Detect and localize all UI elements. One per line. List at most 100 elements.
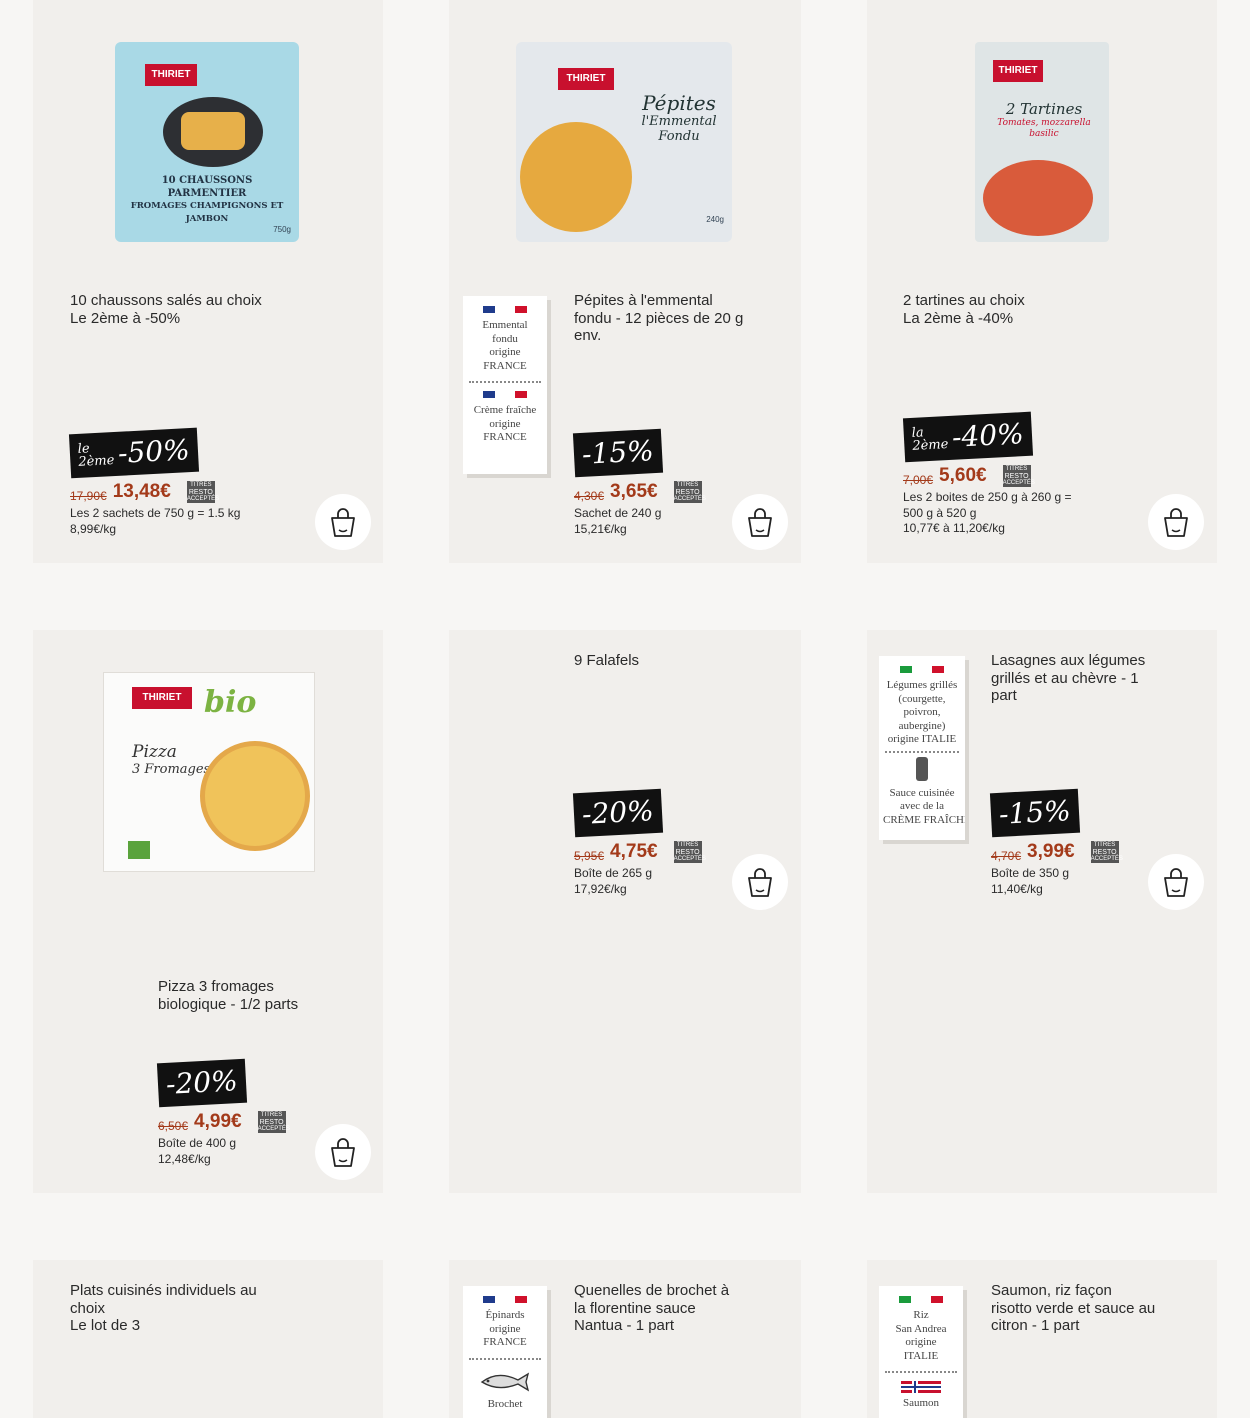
product-card[interactable]: Épinards origine FRANCE Brochet Quenelle… — [449, 1260, 801, 1418]
add-to-basket-button[interactable] — [732, 854, 788, 910]
title-line: la florentine sauce — [574, 1299, 696, 1317]
product-card[interactable]: THIRIET bio Pizza 3 Fromages Pizza 3 fro… — [33, 630, 383, 1193]
discount-badge: -20% — [156, 1058, 247, 1108]
product-image[interactable]: THIRIET Pépites l'Emmental Fondu 240g — [516, 42, 732, 242]
price-line: 17,90€ 13,48€ TITRES RESTO ACCEPTÉS — [70, 481, 219, 503]
title-line: risotto verde et sauce au — [991, 1299, 1156, 1317]
title-line: 9 Falafels — [574, 652, 640, 669]
flag-france-icon — [467, 391, 543, 398]
pack-info: Boîte de 350 g 11,40€/kg — [991, 866, 1069, 897]
title-line: Nantua - 1 part — [574, 1317, 675, 1334]
origin-line: Saumon — [902, 1397, 940, 1409]
origin-line: poivron, — [903, 706, 941, 718]
origin-line: (courgette, — [898, 692, 946, 705]
product-card[interactable]: THIRIET 10 CHAUSSONS PARMENTIER FROMAGES… — [33, 0, 383, 563]
badge-small: 2ème — [912, 437, 949, 454]
add-to-basket-button[interactable] — [1148, 494, 1204, 550]
price-per-kg: 11,40€/kg — [991, 881, 1043, 896]
badge-value: -20% — [581, 794, 655, 831]
origin-line: fondu — [492, 332, 518, 345]
origin-line: FRANCE — [483, 431, 527, 443]
flag-norway-icon — [901, 1381, 941, 1393]
title-line: La 2ème à -40% — [903, 309, 1014, 327]
price-per-kg: 17,92€/kg — [574, 881, 627, 896]
product-card[interactable]: Légumes grillés (courgette, poivron, aub… — [867, 630, 1217, 1193]
nuggets-photo — [520, 122, 632, 232]
product-image[interactable]: THIRIET 2 Tartines Tomates, mozzarella b… — [975, 42, 1109, 242]
origin-tag: Épinards origine FRANCE Brochet — [463, 1286, 547, 1418]
price-line: 5,95€ 4,75€ TITRES RESTO ACCEPTÉS — [574, 841, 706, 863]
titres-resto-icon: TITRES RESTO ACCEPTÉS — [1090, 841, 1123, 863]
title-line: Plats cuisinés individuels au — [70, 1282, 257, 1299]
brand-logo: THIRIET — [993, 60, 1043, 82]
add-to-basket-button[interactable] — [732, 494, 788, 550]
old-price: 4,70€ — [991, 849, 1022, 863]
product-card[interactable]: THIRIET Pépites l'Emmental Fondu 240g Em… — [449, 0, 801, 563]
brand-logo: THIRIET — [558, 68, 614, 90]
title-line: 2 tartines au choix — [903, 292, 1025, 309]
badge-value: -20% — [165, 1064, 239, 1101]
pizza-photo — [200, 741, 310, 851]
add-to-basket-button[interactable] — [315, 1124, 371, 1180]
product-title[interactable]: Pizza 3 fromages biologique - 1/2 parts — [158, 978, 298, 1013]
origin-line: Brochet — [487, 1398, 523, 1410]
pack-info: Les 2 sachets de 750 g = 1.5 kg 8,99€/kg — [70, 506, 240, 537]
old-price: 4,30€ — [574, 489, 605, 503]
product-image[interactable]: THIRIET 10 CHAUSSONS PARMENTIER FROMAGES… — [115, 42, 299, 242]
product-title[interactable]: Saumon, riz façon risotto verde et sauce… — [991, 1282, 1155, 1335]
tartine-photo — [983, 160, 1093, 236]
fish-icon — [480, 1372, 530, 1391]
pack-info: Les 2 boites de 250 g à 260 g = 500 g à … — [903, 490, 1071, 537]
pack-info: Boîte de 400 g 12,48€/kg — [158, 1136, 236, 1167]
old-price: 17,90€ — [70, 489, 107, 503]
divider — [469, 1357, 541, 1360]
origin-line: Riz — [913, 1309, 929, 1321]
price: 4,75€ — [610, 841, 658, 862]
origin-line: Légumes grillés — [886, 679, 958, 691]
old-price: 5,95€ — [574, 849, 605, 863]
badge-value: -40% — [951, 417, 1025, 454]
pack-info: Boîte de 265 g 17,92€/kg — [574, 866, 652, 897]
add-to-basket-button[interactable] — [315, 494, 371, 550]
price-line: 7,00€ 5,60€ TITRES RESTO ACCEPTÉS — [903, 465, 1035, 487]
title-line: 10 chaussons salés au choix — [70, 292, 262, 309]
product-title[interactable]: Lasagnes aux légumes grillés et au chèvr… — [991, 652, 1145, 705]
product-title[interactable]: 2 tartines au choix La 2ème à -40% — [903, 292, 1025, 327]
product-title[interactable]: Pépites à l'emmental fondu - 12 pièces d… — [574, 292, 743, 345]
title-line: env. — [574, 327, 602, 344]
origin-line: aubergine) — [898, 719, 946, 732]
badge-value: -15% — [998, 794, 1072, 831]
product-card[interactable]: 9 Falafels -20% 5,95€ 4,75€ TITRES RESTO A… — [449, 630, 801, 1193]
title-line: Le lot de 3 — [70, 1317, 141, 1334]
product-title[interactable]: 9 Falafels — [574, 652, 639, 670]
title-line: grillés et au chèvre - 1 — [991, 669, 1139, 687]
origin-tag: Emmental fondu origine FRANCE Crème fraî… — [463, 296, 547, 474]
add-to-basket-button[interactable] — [1148, 854, 1204, 910]
pack-size: Les 2 sachets de 750 g = 1.5 kg — [70, 506, 241, 520]
product-sublabel: Tomates, mozzarella — [997, 118, 1091, 128]
price-line: 6,50€ 4,99€ TITRES RESTO ACCEPTÉS — [158, 1111, 290, 1133]
product-title[interactable]: Quenelles de brochet à la florentine sau… — [574, 1282, 729, 1335]
title-line: choix — [70, 1299, 106, 1317]
product-title[interactable]: Plats cuisinés individuels au choix Le l… — [70, 1282, 257, 1335]
product-card[interactable]: Riz San Andrea origine ITALIE Saumon Sau… — [867, 1260, 1217, 1418]
brand-logo: THIRIET — [145, 64, 197, 86]
flag-france-icon — [467, 1296, 543, 1303]
product-image[interactable]: THIRIET bio Pizza 3 Fromages — [103, 672, 315, 872]
basket-icon — [1164, 508, 1188, 537]
plate — [163, 97, 263, 167]
brand-logo: THIRIET — [132, 687, 192, 709]
old-price: 6,50€ — [158, 1119, 189, 1133]
divider — [885, 750, 959, 753]
flag-italy-icon — [883, 1296, 959, 1303]
product-label: 2 Tartines — [1005, 100, 1083, 118]
product-title[interactable]: 10 chaussons salés au choix Le 2ème à -5… — [70, 292, 262, 327]
product-card[interactable]: THIRIET 2 Tartines Tomates, mozzarella b… — [867, 0, 1217, 563]
product-card[interactable]: Plats cuisinés individuels au choix Le l… — [33, 1260, 383, 1418]
price-per-kg: 12,48€/kg — [158, 1151, 211, 1166]
badge-value: -15% — [581, 434, 655, 471]
origin-line: CRÈME FRAÎCHE — [883, 813, 965, 826]
badge-value: -50% — [117, 433, 191, 470]
price: 3,65€ — [610, 481, 658, 502]
pack-size: 500 g à 520 g — [903, 505, 977, 520]
